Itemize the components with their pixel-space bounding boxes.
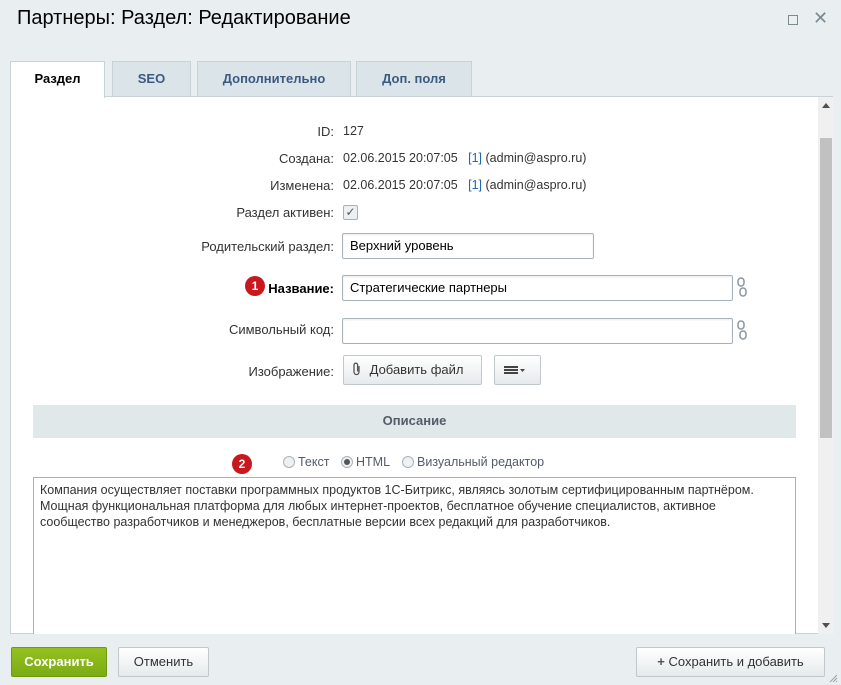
tab-seo[interactable]: SEO — [112, 61, 191, 97]
created-label: Создана: — [279, 151, 334, 166]
save-button[interactable]: Сохранить — [11, 647, 107, 677]
image-label: Изображение: — [248, 364, 334, 379]
created-value: 02.06.2015 20:07:05 [1] (admin@aspro.ru) — [343, 151, 586, 165]
description-line: сообщество разработчиков и менеджеров, б… — [40, 515, 611, 529]
resize-handle-icon[interactable] — [828, 673, 838, 683]
radio-html-icon[interactable] — [341, 456, 353, 468]
code-field[interactable] — [342, 318, 733, 344]
marker-2: 2 — [232, 454, 252, 474]
active-checkbox[interactable]: ✓ — [343, 205, 358, 220]
radio-text-label: Текст — [298, 455, 330, 469]
description-line: Мощная функциональная платформа для любы… — [40, 499, 716, 513]
cancel-button[interactable]: Отменить — [118, 647, 209, 677]
marker-1: 1 — [245, 276, 265, 296]
modified-label: Изменена: — [270, 178, 334, 193]
title-bar: Партнеры: Раздел: Редактирование ✕ — [0, 0, 841, 42]
radio-text-icon[interactable] — [283, 456, 295, 468]
parent-select[interactable]: Верхний уровень — [342, 233, 594, 259]
window-title: Партнеры: Раздел: Редактирование — [17, 7, 351, 29]
created-user-link[interactable]: [1] — [468, 151, 482, 165]
radio-html[interactable]: HTML — [341, 455, 390, 471]
name-label: Название: — [268, 281, 334, 296]
scrollbar[interactable] — [818, 97, 834, 634]
created-user-name: (admin@aspro.ru) — [485, 151, 587, 165]
close-icon[interactable]: ✕ — [813, 9, 828, 27]
description-textarea[interactable]: Компания осуществляет поставки программн… — [33, 477, 796, 637]
modified-user-name: (admin@aspro.ru) — [485, 178, 587, 192]
id-label: ID: — [317, 124, 334, 139]
active-label: Раздел активен: — [236, 205, 334, 220]
modified-date: 02.06.2015 20:07:05 — [343, 178, 458, 192]
save-and-add-label: Сохранить и добавить — [668, 654, 804, 669]
radio-visual[interactable]: Визуальный редактор — [402, 455, 544, 471]
scroll-down-icon[interactable] — [822, 623, 830, 628]
code-label: Символьный код: — [228, 322, 334, 337]
name-field[interactable]: Стратегические партнеры — [342, 275, 733, 301]
scroll-thumb[interactable] — [820, 138, 832, 438]
translit-link-icon[interactable] — [736, 276, 748, 298]
description-heading: Описание — [33, 405, 796, 438]
radio-text[interactable]: Текст — [283, 455, 329, 471]
add-file-button[interactable]: Добавить файл — [343, 355, 482, 385]
plus-icon: + — [657, 654, 665, 669]
description-line: Компания осуществляет поставки программн… — [40, 483, 754, 497]
add-file-label: Добавить файл — [369, 362, 464, 377]
save-and-add-button[interactable]: + Сохранить и добавить — [636, 647, 825, 677]
checkmark-icon: ✓ — [345, 205, 356, 219]
radio-html-label: HTML — [356, 455, 391, 469]
menu-icon — [504, 366, 525, 374]
radio-visual-icon[interactable] — [402, 456, 414, 468]
tab-additional[interactable]: Дополнительно — [197, 61, 351, 97]
code-link-icon[interactable] — [736, 319, 748, 341]
id-value: 127 — [343, 124, 364, 138]
file-menu-button[interactable] — [494, 355, 541, 385]
modified-value: 02.06.2015 20:07:05 [1] (admin@aspro.ru) — [343, 178, 586, 192]
paperclip-icon — [353, 362, 360, 376]
modified-user-link[interactable]: [1] — [468, 178, 482, 192]
maximize-icon[interactable] — [786, 12, 800, 26]
tab-extra-fields[interactable]: Доп. поля — [356, 61, 472, 97]
parent-label: Родительский раздел: — [201, 239, 334, 254]
radio-visual-label: Визуальный редактор — [417, 455, 545, 469]
tab-section[interactable]: Раздел — [10, 61, 105, 98]
created-date: 02.06.2015 20:07:05 — [343, 151, 458, 165]
scroll-up-icon[interactable] — [822, 103, 830, 108]
